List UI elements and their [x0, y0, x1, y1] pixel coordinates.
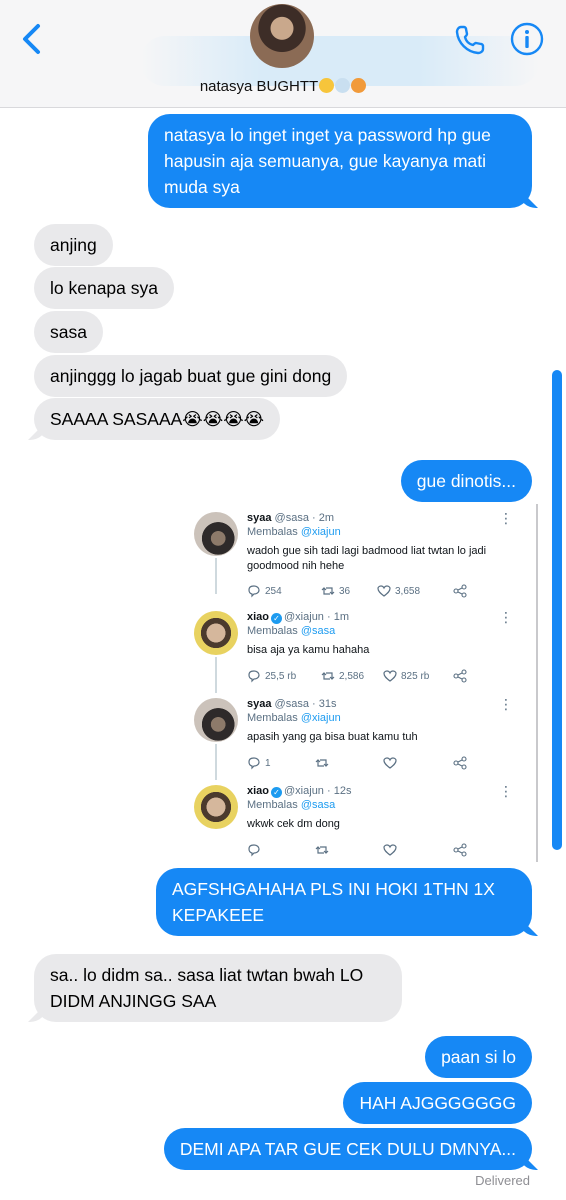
tweet-text: wkwk cek dm dong [247, 818, 340, 830]
retweet-icon [321, 587, 335, 595]
message-bubble-incoming[interactable]: anjing [34, 224, 113, 266]
reply-to-handle: @sasa [300, 625, 336, 637]
message-bubble-outgoing[interactable]: natasya lo inget inget ya password hp gu… [148, 114, 532, 208]
contact-name: natasya BUGHTT [199, 78, 319, 95]
exploding-head-emoji [351, 78, 367, 93]
message-bubble-outgoing[interactable]: HAH AJGGGGGGG [343, 1082, 532, 1124]
reply-to-handle: @sasa [300, 799, 336, 811]
share-icon [453, 669, 467, 683]
tweet-author-name: xiao [247, 785, 270, 797]
retweet-count: 2,586 [339, 670, 365, 682]
heart-icon [377, 585, 391, 597]
message-bubble-outgoing[interactable]: AGFSHGAHAHA PLS INI HOKI 1THN 1X KEPAKEE… [156, 868, 532, 936]
reply-prefix: Membalas [247, 712, 298, 724]
avatar [194, 698, 238, 742]
share-icon [453, 756, 467, 770]
tweet-handle: @xiajun [284, 785, 324, 797]
message-bubble-incoming[interactable]: lo kenapa sya [34, 267, 174, 309]
contact-name-row[interactable]: natasya BUGHTT [0, 78, 566, 95]
reply-icon [248, 585, 260, 598]
avatar [194, 611, 238, 655]
reply-prefix: Membalas [247, 799, 298, 811]
reply-count: 25,5 rb [265, 670, 297, 682]
tweet-author-name: syaa [247, 698, 272, 710]
tweet-handle: @xiajun [284, 611, 324, 623]
tweet-text: apasih yang ga bisa buat kamu tuh [247, 731, 418, 743]
tweet-time: 2m [318, 512, 335, 524]
message-bubble-incoming[interactable]: sasa [34, 311, 103, 353]
retweet-count: 36 [339, 585, 351, 597]
reply-icon [248, 844, 260, 857]
verified-badge-icon: ✓ [271, 613, 283, 624]
like-count: 3,658 [395, 585, 421, 597]
tweet-time: 31s [318, 698, 337, 710]
share-icon [453, 843, 467, 857]
retweet-icon [315, 846, 329, 854]
reply-to-handle: @xiajun [300, 526, 341, 538]
tweet-actions: 25,5 rb 2,586 825 rb [247, 669, 477, 685]
retweet-icon [315, 759, 329, 767]
retweet-icon [321, 672, 335, 680]
message-bubble-incoming[interactable]: anjinggg lo jagab buat gue gini dong [34, 355, 348, 397]
tweet-actions: 1 [247, 756, 477, 772]
tweet-text: wadoh gue sih tadi lagi badmood liat twt… [247, 545, 487, 572]
tweet: syaa @sasa · 31s ⋮ Membalas @xiajun apas… [192, 694, 538, 782]
more-options-icon: ⋮ [499, 609, 513, 625]
tweet: xiao ✓ @xiajun · 12s ⋮ Membalas @sasa wkwk… [192, 781, 538, 869]
tweet-time: 1m [333, 611, 349, 623]
message-bubble-outgoing[interactable]: gue dinotis... [400, 460, 532, 502]
reply-prefix: Membalas [247, 625, 298, 637]
hushed-face-emoji [319, 78, 335, 93]
conversation-header: natasya BUGHTT [0, 0, 566, 108]
delivered-status: Delivered [475, 1173, 530, 1188]
more-options-icon: ⋮ [499, 696, 513, 712]
heart-icon [383, 844, 397, 856]
message-bubble-incoming[interactable]: sa.. lo didm sa.. sasa liat twtan bwah L… [34, 954, 402, 1022]
tweet-text: bisa aja ya kamu hahaha [247, 644, 370, 656]
chevron-left-icon[interactable] [18, 22, 48, 56]
avatar [194, 785, 238, 829]
tweet: xiao ✓ @xiajun · 1m ⋮ Membalas @sasa bisa … [192, 607, 538, 695]
tweet-handle: @sasa [274, 512, 309, 524]
more-options-icon: ⋮ [499, 783, 513, 799]
tweet-handle: @sasa [274, 698, 309, 710]
tweet-actions [247, 843, 477, 859]
reply-icon [248, 670, 260, 683]
share-icon [453, 584, 467, 598]
heart-icon [383, 670, 397, 682]
reply-prefix: Membalas [247, 526, 298, 538]
message-bubble-outgoing[interactable]: DEMI APA TAR GUE CEK DULU DMNYA... [163, 1128, 532, 1170]
phone-icon[interactable] [452, 22, 488, 58]
reply-to-handle: @xiajun [300, 712, 341, 724]
message-bubble-incoming[interactable]: SAAAA SASAAA😭😭😭😭 [34, 398, 281, 440]
tweet-author-name: xiao [247, 611, 270, 623]
scrollbar[interactable] [552, 370, 562, 850]
tweet-time: 12s [333, 785, 352, 797]
dash-emoji [335, 78, 351, 93]
like-count: 825 rb [401, 670, 430, 682]
contact-avatar[interactable] [250, 4, 314, 68]
tweet-thread-screenshot[interactable]: syaa @sasa · 2m ⋮ Membalas @xiajun wadoh… [192, 504, 538, 862]
more-options-icon: ⋮ [499, 510, 513, 526]
info-circle-icon[interactable] [510, 22, 544, 56]
verified-badge-icon: ✓ [271, 787, 283, 798]
reply-icon [248, 757, 260, 770]
heart-icon [383, 757, 397, 769]
avatar [194, 512, 238, 556]
tweet-actions: 254 36 3,658 [247, 584, 477, 600]
reply-count: 254 [265, 585, 282, 597]
tweet: syaa @sasa · 2m ⋮ Membalas @xiajun wadoh… [192, 508, 538, 598]
reply-count: 1 [265, 757, 271, 769]
message-bubble-outgoing[interactable]: paan si lo [425, 1036, 532, 1078]
tweet-author-name: syaa [247, 512, 272, 524]
